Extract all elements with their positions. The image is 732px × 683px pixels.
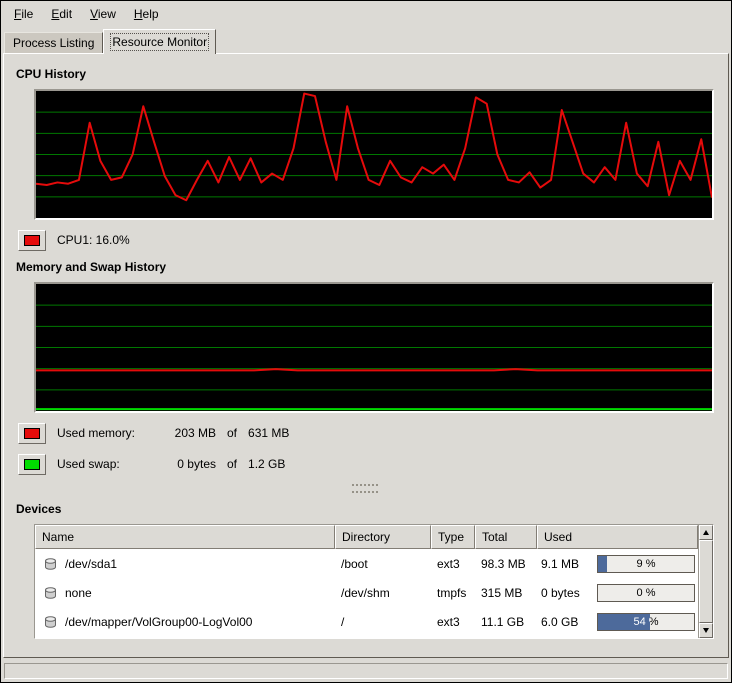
- scroll-up-button[interactable]: [699, 525, 713, 540]
- device-used-cell: 6.0 GB 54 %54 %: [537, 613, 698, 631]
- memory-color-sample: [24, 428, 40, 439]
- memory-legend-row: Used memory: 203 MB of 631 MB: [18, 422, 716, 444]
- arrow-down-icon: [703, 628, 709, 633]
- cpu-history-title: CPU History: [16, 67, 716, 81]
- device-used: 0 bytes: [541, 586, 591, 600]
- status-bar: [4, 663, 728, 679]
- swap-used-value: 0 bytes: [160, 457, 216, 471]
- menu-help[interactable]: Help: [125, 2, 168, 26]
- column-header-type[interactable]: Type: [431, 525, 475, 549]
- swap-color-swatch[interactable]: [18, 454, 46, 475]
- memory-used-value: 203 MB: [160, 426, 216, 440]
- system-monitor-window: File Edit View Help Process Listing Reso…: [0, 0, 732, 683]
- tab-resource-monitor[interactable]: Resource Monitor: [103, 29, 216, 54]
- cpu-color-sample: [24, 235, 40, 246]
- usage-percent-label: 9 %: [598, 556, 694, 572]
- swap-legend-label: Used swap:: [57, 457, 160, 471]
- device-used-cell: 0 bytes 0 %0 %: [537, 584, 698, 602]
- device-directory: /dev/shm: [335, 586, 431, 600]
- usage-percent-label: 9 %: [598, 556, 607, 572]
- disk-icon: [43, 615, 58, 629]
- swap-color-sample: [24, 459, 40, 470]
- column-header-directory[interactable]: Directory: [335, 525, 431, 549]
- cpu-history-chart-frame: [34, 89, 714, 220]
- device-total: 98.3 MB: [475, 557, 537, 571]
- swap-of-text: of: [227, 457, 237, 471]
- scroll-down-button[interactable]: [699, 623, 713, 638]
- usage-progress-fill: 54 %: [598, 614, 650, 630]
- device-total: 315 MB: [475, 586, 537, 600]
- disk-icon: [43, 557, 58, 571]
- tab-bar: Process Listing Resource Monitor: [1, 27, 731, 53]
- resource-monitor-page: CPU History CPU1: 16.0% Memory and Swap …: [3, 53, 729, 658]
- usage-progress-fill: 9 %: [598, 556, 607, 572]
- swap-total-value: 1.2 GB: [248, 457, 285, 471]
- column-header-total[interactable]: Total: [475, 525, 537, 549]
- table-row[interactable]: none/dev/shmtmpfs315 MB 0 bytes 0 %0 %: [35, 578, 698, 607]
- memory-total-value: 631 MB: [248, 426, 289, 440]
- cpu-color-swatch[interactable]: [18, 230, 46, 251]
- devices-title: Devices: [16, 502, 716, 516]
- device-total: 11.1 GB: [475, 615, 537, 629]
- memory-of-text: of: [227, 426, 237, 440]
- device-directory: /: [335, 615, 431, 629]
- memory-history-title: Memory and Swap History: [16, 260, 716, 274]
- device-type: ext3: [431, 557, 475, 571]
- devices-tree: NameDirectoryTypeTotalUsed /dev/sda1/boo…: [35, 525, 698, 638]
- arrow-up-icon: [703, 530, 709, 535]
- device-type: ext3: [431, 615, 475, 629]
- tab-process-listing[interactable]: Process Listing: [4, 32, 103, 53]
- device-directory: /boot: [335, 557, 431, 571]
- usage-percent-label: 54 %: [598, 614, 650, 630]
- usage-percent-label: 0 %: [598, 585, 694, 601]
- devices-scrollbar[interactable]: [698, 525, 713, 638]
- disk-icon: [43, 586, 58, 600]
- scrollbar-thumb[interactable]: [699, 540, 713, 623]
- device-type: tmpfs: [431, 586, 475, 600]
- pane-resize-grip[interactable]: [352, 484, 378, 493]
- table-row[interactable]: /dev/sda1/bootext398.3 MB 9.1 MB 9 %9 %: [35, 549, 698, 578]
- device-name: none: [65, 586, 92, 600]
- cpu-legend-row: CPU1: 16.0%: [18, 229, 716, 251]
- swap-legend-row: Used swap: 0 bytes of 1.2 GB: [18, 453, 716, 475]
- usage-progress-bar: 9 %9 %: [597, 555, 695, 573]
- menu-edit[interactable]: Edit: [42, 2, 81, 26]
- device-used-cell: 9.1 MB 9 %9 %: [537, 555, 698, 573]
- usage-progress-bar: 0 %0 %: [597, 584, 695, 602]
- device-name-cell: /dev/sda1: [35, 557, 335, 571]
- usage-progress-bar: 54 %54 %: [597, 613, 695, 631]
- column-header-name[interactable]: Name: [35, 525, 335, 549]
- device-name: /dev/mapper/VolGroup00-LogVol00: [65, 615, 252, 629]
- devices-table: NameDirectoryTypeTotalUsed /dev/sda1/boo…: [34, 524, 714, 639]
- menu-view[interactable]: View: [81, 2, 125, 26]
- memory-legend-label: Used memory:: [57, 426, 160, 440]
- memory-history-chart: [36, 284, 712, 411]
- menu-bar: File Edit View Help: [1, 1, 731, 27]
- device-used: 9.1 MB: [541, 557, 591, 571]
- column-header-used[interactable]: Used: [537, 525, 698, 549]
- devices-table-header: NameDirectoryTypeTotalUsed: [35, 525, 698, 549]
- cpu-history-chart: [36, 91, 712, 218]
- cpu-legend-label: CPU1: 16.0%: [57, 233, 130, 247]
- device-used: 6.0 GB: [541, 615, 591, 629]
- menu-file[interactable]: File: [5, 2, 42, 26]
- devices-table-body: /dev/sda1/bootext398.3 MB9.1 MB9 %9 %non…: [35, 549, 698, 636]
- device-name-cell: none: [35, 586, 335, 600]
- device-name: /dev/sda1: [65, 557, 117, 571]
- memory-color-swatch[interactable]: [18, 423, 46, 444]
- table-row[interactable]: /dev/mapper/VolGroup00-LogVol00 /ext311.1…: [35, 607, 698, 636]
- device-name-cell: /dev/mapper/VolGroup00-LogVol00: [35, 615, 335, 629]
- memory-history-chart-frame: [34, 282, 714, 413]
